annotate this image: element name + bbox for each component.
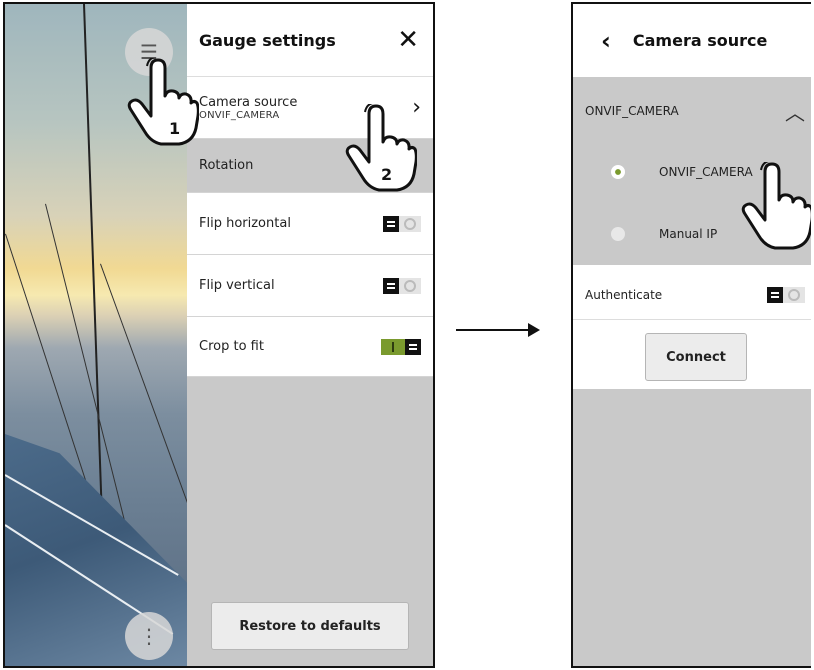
chevron-up-icon: ︿ <box>785 100 805 125</box>
flip-vertical-toggle[interactable] <box>383 277 421 294</box>
connect-button[interactable]: Connect <box>645 333 747 381</box>
crop-to-fit-label: Crop to fit <box>199 339 264 354</box>
camera-type-dropdown[interactable]: ONVIF_CAMERA ︿ <box>573 86 811 136</box>
flip-vertical-label: Flip vertical <box>199 278 275 293</box>
crop-to-fit-row: Crop to fit <box>187 317 433 377</box>
camera-source-header: ‹ Camera source <box>573 4 811 78</box>
camera-source-value: ONVIF_CAMERA <box>199 109 280 121</box>
transition-arrow <box>456 329 530 331</box>
mast-line <box>83 4 104 544</box>
gauge-settings-screen: ☰ ⋮ Gauge settings ✕ Camera source ONVIF… <box>3 2 435 668</box>
tap-hand-icon <box>741 162 811 250</box>
arrow-head-icon <box>528 323 540 337</box>
toggle-off-track <box>783 286 805 303</box>
toggle-knob <box>383 277 399 294</box>
toggle-off-track <box>399 277 421 294</box>
toggle-off-track <box>399 215 421 232</box>
toggle-knob <box>405 338 421 355</box>
crop-to-fit-toggle[interactable] <box>381 338 421 355</box>
toggle-knob <box>767 286 783 303</box>
authenticate-row: Authenticate <box>573 270 811 320</box>
authenticate-toggle[interactable] <box>767 286 805 303</box>
tap-hand-icon: 1 <box>127 58 199 146</box>
radio-unselected <box>611 227 625 241</box>
camera-source-screen: ‹ Camera source ONVIF_CAMERA ︿ ONVIF_CAM… <box>571 2 811 668</box>
toggle-on-track <box>381 338 405 355</box>
step-number-1: 1 <box>169 119 180 138</box>
back-chevron-icon[interactable]: ‹ <box>601 27 611 55</box>
restore-defaults-button[interactable]: Restore to defaults <box>211 602 409 650</box>
rotation-label: Rotation <box>199 158 254 173</box>
more-button[interactable]: ⋮ <box>125 612 173 660</box>
camera-source-label: Camera source <box>199 94 298 110</box>
close-icon[interactable]: ✕ <box>397 27 419 53</box>
flip-horizontal-label: Flip horizontal <box>199 216 291 231</box>
camera-type-label: ONVIF_CAMERA <box>585 104 679 118</box>
empty-area <box>573 389 811 666</box>
settings-header: Gauge settings ✕ <box>187 4 433 77</box>
option-manual-ip-label: Manual IP <box>659 227 718 241</box>
settings-title: Gauge settings <box>199 30 336 50</box>
more-vertical-icon: ⋮ <box>139 624 159 648</box>
flip-vertical-row: Flip vertical <box>187 255 433 317</box>
flip-horizontal-toggle[interactable] <box>383 215 421 232</box>
tap-hand-icon: 2 <box>345 104 417 192</box>
step-number-2: 2 <box>381 165 392 184</box>
authenticate-label: Authenticate <box>585 287 663 302</box>
toggle-knob <box>383 215 399 232</box>
radio-selected <box>611 165 625 179</box>
flip-horizontal-row: Flip horizontal <box>187 193 433 255</box>
camera-source-title: Camera source <box>632 31 768 50</box>
